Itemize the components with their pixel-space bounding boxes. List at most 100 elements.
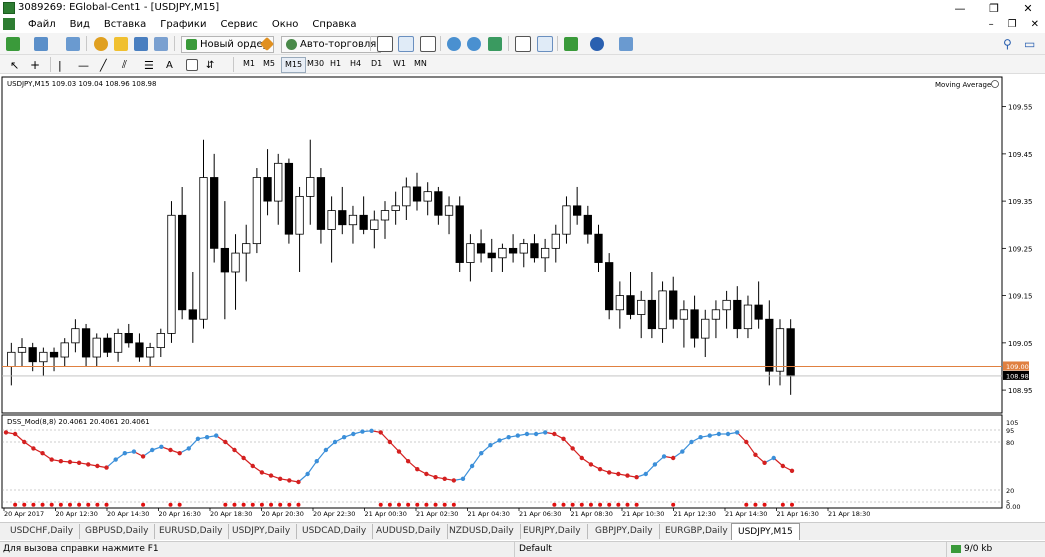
autoscroll-button[interactable]: [515, 36, 531, 52]
vertical-line-tool[interactable]: |: [58, 57, 62, 73]
horizontal-line-tool[interactable]: —: [78, 57, 89, 73]
chart-window[interactable]: 109.00 108.98 109.55 109.45 109.35 109.25 109…: [0, 75, 1045, 522]
plus-icon: [186, 38, 197, 50]
signal-dot: [625, 502, 630, 507]
time-tick-label: 21 Apr 16:30: [777, 510, 819, 518]
signal-dot: [780, 502, 785, 507]
tab-usdjpy-daily[interactable]: USDJPY,Daily: [226, 524, 298, 539]
tab-usdchf-daily[interactable]: USDCHF,Daily: [4, 524, 81, 539]
tab-usdcad-daily[interactable]: USDCAD,Daily: [296, 524, 374, 539]
arrows-tool[interactable]: ⇵: [206, 57, 214, 73]
dss-point: [305, 471, 310, 477]
auto-trading-button[interactable]: Авто-торговля: [281, 35, 382, 53]
candle-body: [530, 243, 539, 259]
chart-shift-icon: [537, 36, 553, 52]
menu-charts[interactable]: Графики: [153, 18, 213, 32]
chart-window-button[interactable]: [66, 36, 80, 52]
candle-body: [412, 186, 422, 202]
trendline-tool[interactable]: ╱: [100, 57, 107, 73]
menu-help[interactable]: Справка: [305, 18, 363, 32]
tab-gbpusd-daily[interactable]: GBPUSD,Daily: [79, 524, 156, 539]
zoom-in-button[interactable]: [447, 36, 461, 52]
star-icon: [114, 37, 128, 51]
mdi-restore-button[interactable]: ❐: [1008, 17, 1017, 32]
menu-file[interactable]: Файл: [21, 18, 63, 32]
menu-view[interactable]: Вид: [63, 18, 97, 32]
menu-insert[interactable]: Вставка: [97, 18, 153, 32]
navigator-button[interactable]: [114, 36, 128, 52]
dss-point: [616, 471, 621, 477]
dss-point: [725, 431, 731, 437]
price-chart[interactable]: 109.00108.98 109.55 109.45 109.35 109.25 109…: [0, 75, 1045, 522]
status-profile: Default: [514, 542, 552, 557]
indicators-button[interactable]: [564, 36, 578, 52]
periods-button[interactable]: [590, 36, 604, 52]
candle-body: [455, 205, 464, 263]
time-tick-label: 20 Apr 18:30: [210, 510, 252, 518]
zoom-out-button[interactable]: [467, 36, 481, 52]
new-chart-button[interactable]: [6, 36, 20, 52]
crosshair-tool[interactable]: +: [30, 57, 40, 73]
chart-shift-button[interactable]: [537, 36, 553, 52]
chat-button[interactable]: ▭: [1024, 36, 1035, 52]
tab-usdjpy-m15[interactable]: USDJPY,M15: [731, 523, 800, 540]
close-button[interactable]: ✕: [1011, 0, 1045, 17]
menu-tools[interactable]: Сервис: [213, 18, 264, 32]
cursor-tool[interactable]: ↖: [10, 57, 19, 73]
tf-d1[interactable]: D1: [368, 57, 385, 71]
tab-eurusd-daily[interactable]: EURUSD,Daily: [153, 524, 230, 539]
tile-windows-button[interactable]: [488, 36, 502, 52]
text-tool[interactable]: A: [166, 57, 173, 73]
tf-w1[interactable]: W1: [390, 57, 409, 71]
fibonacci-tool[interactable]: ☰: [144, 57, 154, 73]
label-tool[interactable]: [186, 57, 198, 73]
metaeditor-button[interactable]: [259, 36, 275, 52]
dss-point: [104, 465, 109, 470]
profiles-button[interactable]: [34, 36, 48, 52]
tf-mn[interactable]: MN: [411, 57, 430, 71]
candle-body: [466, 243, 475, 263]
signal-dot: [177, 502, 182, 507]
tf-m1[interactable]: M1: [240, 57, 258, 71]
tf-m15[interactable]: M15: [281, 57, 307, 73]
tester-button[interactable]: [154, 36, 168, 52]
dss-point: [360, 429, 365, 434]
candle-body: [647, 299, 657, 330]
candle-body: [370, 219, 379, 230]
minimize-button[interactable]: —: [943, 0, 977, 17]
tf-m5[interactable]: M5: [260, 57, 278, 71]
tab-nzdusd-daily[interactable]: NZDUSD,Daily: [443, 524, 521, 539]
candle-body: [402, 186, 411, 207]
dss-point: [159, 444, 164, 449]
menu-window[interactable]: Окно: [265, 18, 306, 32]
dss-point: [351, 431, 356, 437]
tab-audusd-daily[interactable]: AUDUSD,Daily: [370, 524, 448, 539]
dss-point: [588, 462, 594, 467]
dss-point: [214, 433, 219, 438]
time-tick-label: 20 Apr 2017: [4, 510, 44, 518]
tab-gbpjpy-daily[interactable]: GBPJPY,Daily: [589, 524, 660, 539]
channel-tool[interactable]: ⫽: [122, 57, 127, 73]
candle-body: [733, 299, 742, 330]
maximize-button[interactable]: ❐: [977, 0, 1011, 17]
profiles-icon: [34, 37, 48, 51]
mdi-minimize-button[interactable]: –: [989, 17, 994, 32]
bar-chart-button[interactable]: [377, 36, 393, 52]
templates-button[interactable]: [619, 36, 633, 52]
clock-icon: [590, 37, 604, 51]
tf-h4[interactable]: H4: [347, 57, 364, 71]
candle-body: [573, 205, 582, 216]
terminal-button[interactable]: [134, 36, 148, 52]
candlestick-button[interactable]: [398, 36, 414, 52]
tab-eurjpy-daily[interactable]: EURJPY,Daily: [517, 524, 588, 539]
search-button[interactable]: ⚲: [1003, 36, 1012, 52]
market-watch-button[interactable]: [94, 36, 108, 52]
tf-h1[interactable]: H1: [327, 57, 344, 71]
tab-eurgbp-daily[interactable]: EURGBP,Daily: [659, 524, 735, 539]
signal-dot: [433, 502, 438, 507]
candle-body: [754, 304, 763, 320]
tf-m30[interactable]: M30: [304, 57, 327, 71]
line-chart-button[interactable]: [420, 36, 436, 52]
dss-point: [86, 462, 91, 467]
mdi-close-button[interactable]: ✕: [1031, 17, 1039, 32]
